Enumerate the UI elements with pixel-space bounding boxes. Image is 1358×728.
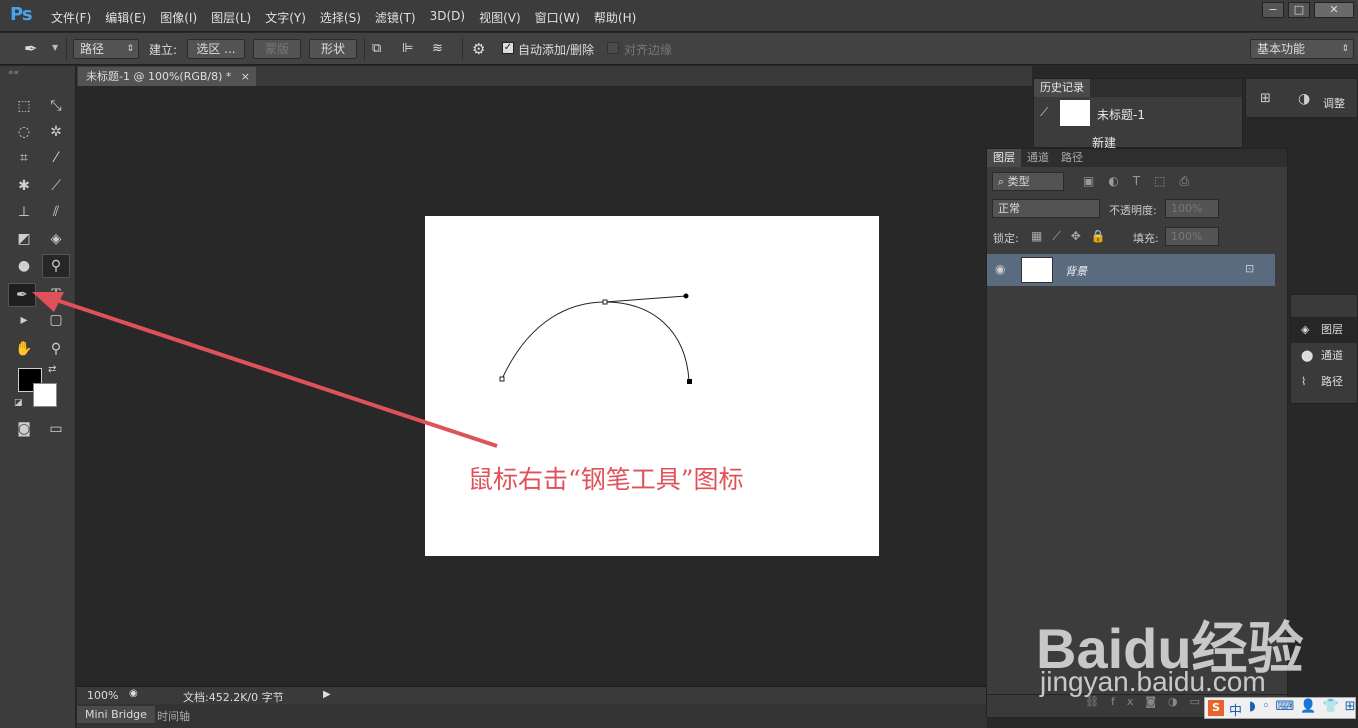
tab-history[interactable]: 历史记录 [1034,79,1090,97]
filter-icons[interactable]: ▣◐T⬚⎙ [1083,174,1203,189]
baidu-watermark-url: jingyan.baidu.com [1040,666,1266,697]
status-bar: 100% ◉ 文档:452.2K/0 字节 ▶ [77,686,987,704]
tab-layers[interactable]: 图层 [987,149,1021,167]
history-tabs: 历史记录 [1034,79,1242,97]
layer-thumbnail [1021,257,1053,283]
bottom-panel-tabs: Mini Bridge 时间轴 [77,704,987,728]
direction-line [604,295,687,303]
anchor-point[interactable] [602,299,608,305]
opacity-field[interactable]: 100% [1165,199,1219,218]
sogou-icon: S [1208,700,1224,716]
direction-handle[interactable] [683,293,689,299]
ime-toolbar[interactable]: S 中 ◗◦⌨👤👕⊞ [1204,697,1356,719]
lock-icons[interactable]: ▦⟋✥🔒 [1031,229,1116,244]
annotation-text: 鼠标右击“钢笔工具”图标 [468,465,744,494]
anchor-point-selected[interactable] [687,379,692,384]
anchor-point[interactable] [499,376,505,382]
tab-mini-bridge[interactable]: Mini Bridge [77,706,155,723]
adjust-icon[interactable]: ◑ [1298,91,1310,107]
tab-channels[interactable]: 通道 [1021,149,1055,167]
fill-field[interactable]: 100% [1165,227,1219,246]
layer-row[interactable]: ◉ 背景 ⊡ [987,254,1275,286]
status-preview-icon[interactable]: ◉ [129,688,138,699]
adjustments-dock: ⊞ ◑ 调整 [1245,78,1358,118]
blend-mode-select[interactable]: 正常 [992,199,1100,218]
layers-tabs: 图层 通道 路径 [987,149,1287,167]
dock-channels[interactable]: ⬤ 通道 [1291,343,1357,369]
snapshot-thumbnail [1060,100,1090,126]
snapshot-name[interactable]: 未标题-1 [1097,106,1145,123]
lock-icon: ⊡ [1245,262,1255,275]
history-brush-icon[interactable]: ⟋ [1040,105,1048,120]
paths-icon: ⌇ [1301,375,1307,388]
dock-paths-label: 路径 [1321,375,1343,388]
filter-label: 类型 [1007,175,1030,188]
dock-layers[interactable]: ◈ 图层 [1291,317,1357,343]
tab-timeline[interactable]: 时间轴 [157,708,190,724]
eye-icon[interactable]: ◉ [995,262,1005,276]
channels-icon: ⬤ [1301,349,1314,362]
bezier-path [501,301,690,382]
collapsed-dock: ◈ 图层 ⬤ 通道 ⌇ 路径 [1290,294,1358,404]
adjustments-panel-icon[interactable]: ⊞ [1260,91,1271,106]
lock-label: 锁定: [993,232,1019,245]
zoom-level[interactable]: 100% [87,689,118,702]
ime-mode[interactable]: 中 [1229,700,1242,719]
dock-layers-label: 图层 [1321,323,1343,336]
opacity-label: 不透明度: [1109,204,1157,217]
history-panel: 历史记录 ⟋ 未标题-1 新建 [1033,78,1243,150]
ime-icons[interactable]: ◗◦⌨👤👕⊞ [1249,699,1358,714]
layer-filter-select[interactable]: ⌕ 类型 [992,172,1064,191]
layer-name[interactable]: 背景 [1065,263,1087,279]
dock-channels-label: 通道 [1321,349,1343,362]
layers-icon: ◈ [1301,323,1310,336]
dock-paths[interactable]: ⌇ 路径 [1291,369,1357,395]
tab-paths[interactable]: 路径 [1055,149,1089,167]
play-icon[interactable]: ▶ [323,689,331,700]
document-size: 文档:452.2K/0 字节 [183,691,284,704]
annotation-arrow-line [43,294,498,448]
fill-label: 填充: [1133,232,1159,245]
adjust-label[interactable]: 调整 [1323,95,1345,111]
